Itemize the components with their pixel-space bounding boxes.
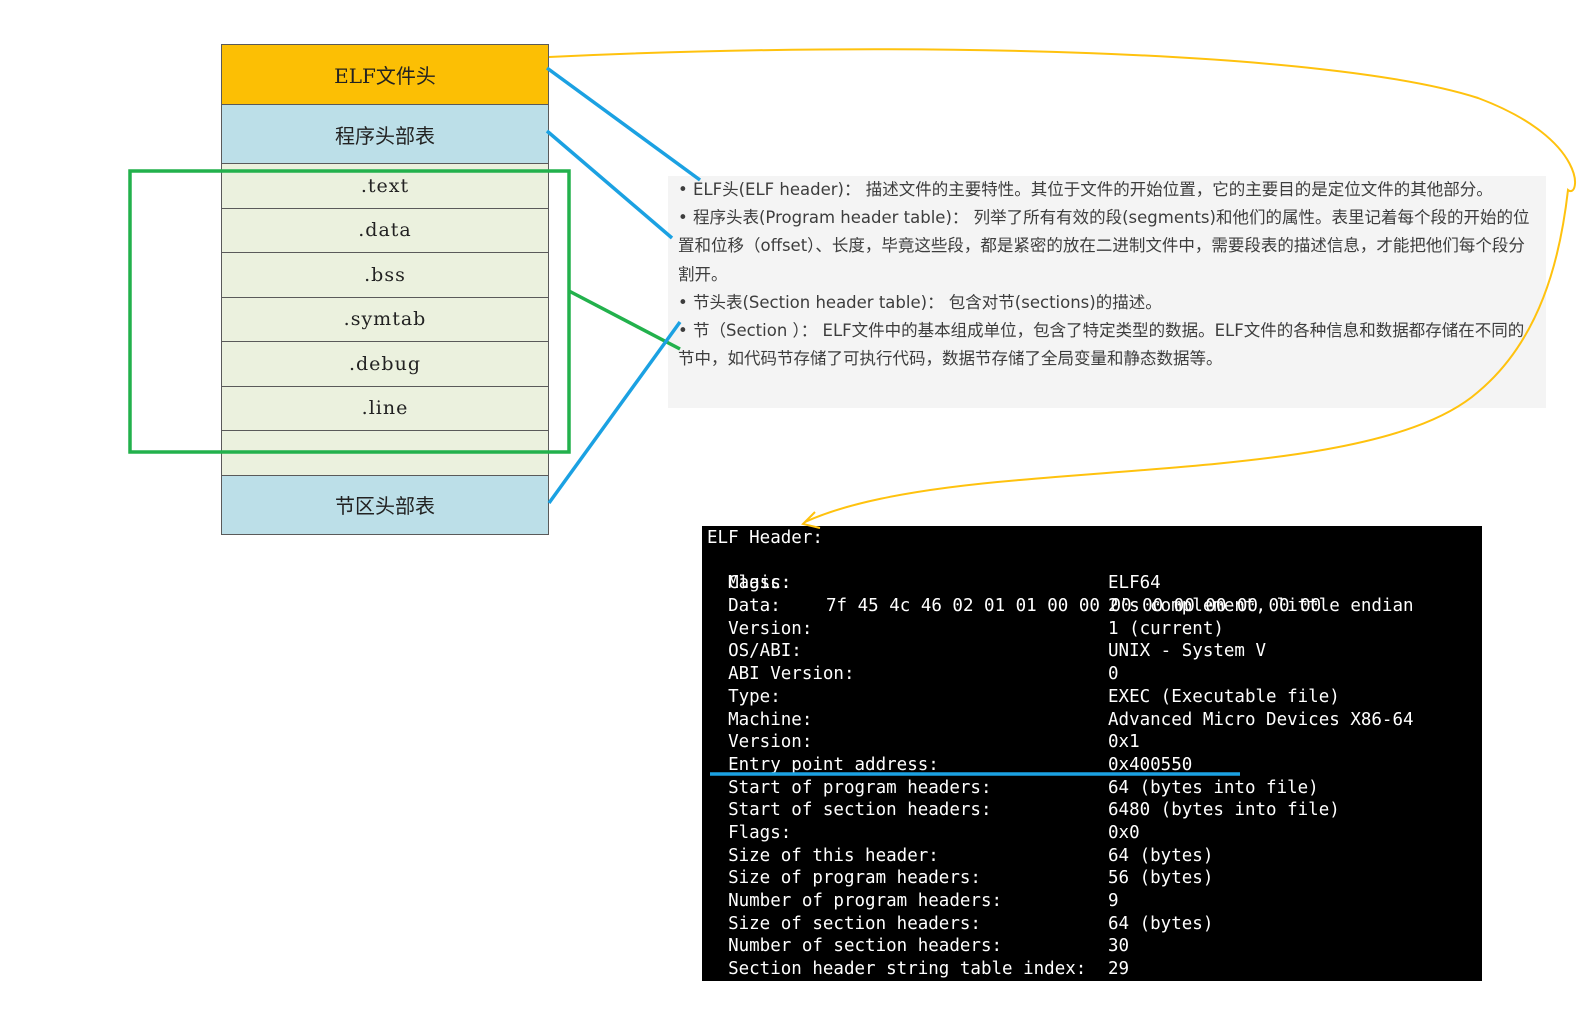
desc-section: • 节（Section ）： ELF文件中的基本组成单位，包含了特定类型的数据。…	[678, 321, 1525, 369]
terminal-label: Machine:	[728, 709, 813, 730]
terminal-label: Entry point address:	[728, 754, 939, 775]
terminal-field-row: Data: 2's complement, little endian	[707, 595, 1482, 618]
terminal-magic-row: Magic: 7f 45 4c 46 02 01 01 00 00 00 00 …	[707, 550, 1482, 616]
readelf-terminal: ELF Header: Magic: 7f 45 4c 46 02 01 01 …	[702, 526, 1482, 981]
terminal-field-row: Machine: Advanced Micro Devices X86-64	[707, 709, 1482, 732]
terminal-value: 29	[1108, 959, 1130, 980]
section-block-symtab: .symtab	[221, 297, 549, 342]
terminal-label: ABI Version:	[728, 664, 855, 685]
section-block-text: .text	[221, 164, 549, 209]
terminal-label: Start of section headers:	[728, 800, 992, 821]
terminal-value: ELF64	[1108, 573, 1161, 594]
terminal-value: EXEC (Executable file)	[1108, 686, 1340, 707]
elf-header-block: ELF文件头	[221, 44, 549, 105]
section-header-connector	[547, 320, 682, 505]
terminal-field-row: Size of section headers: 64 (bytes)	[707, 913, 1482, 936]
terminal-label: Class:	[728, 573, 792, 594]
terminal-title: ELF Header:	[707, 528, 823, 548]
terminal-field-row: Size of program headers: 56 (bytes)	[707, 867, 1482, 890]
terminal-label: Number of program headers:	[728, 891, 1003, 911]
desc-program-header-table: • 程序头表(Program header table)： 列举了所有有效的段(…	[678, 208, 1530, 284]
terminal-label: Size of section headers:	[728, 913, 981, 934]
terminal-value: 0	[1108, 664, 1119, 685]
elf-header-connector	[545, 66, 702, 182]
terminal-field-row: OS/ABI: UNIX - System V	[707, 640, 1482, 663]
terminal-value: 64 (bytes)	[1108, 913, 1214, 934]
desc-elf-header: • ELF头(ELF header)： 描述文件的主要特性。其位于文件的开始位置…	[678, 180, 1493, 199]
terminal-label: Type:	[728, 686, 781, 707]
terminal-value: 30	[1108, 936, 1130, 957]
terminal-value: 0x400550	[1108, 754, 1193, 775]
section-header-table-block: 节区头部表	[221, 475, 549, 535]
terminal-field-row: Size of this header: 64 (bytes)	[707, 845, 1482, 868]
terminal-label: Version:	[728, 618, 813, 639]
terminal-value: 56 (bytes)	[1108, 868, 1214, 889]
terminal-field-row: Version: 0x1	[707, 731, 1482, 754]
terminal-value: Advanced Micro Devices X86-64	[1108, 709, 1414, 730]
terminal-field-row: Version: 1 (current)	[707, 618, 1482, 641]
terminal-field-row: Number of program headers: 9	[707, 890, 1482, 913]
terminal-field-row: Section header string table index: 29	[707, 958, 1482, 981]
section-block-empty	[221, 431, 549, 476]
sections-connector	[568, 289, 681, 351]
terminal-value: 0x0	[1108, 822, 1140, 843]
terminal-label: Number of section headers:	[728, 936, 1003, 957]
terminal-value: 2's complement, little endian	[1108, 596, 1414, 617]
section-block-data: .data	[221, 208, 549, 253]
terminal-label: Data:	[728, 596, 781, 617]
program-header-table-block: 程序头部表	[221, 105, 549, 164]
terminal-value: UNIX - System V	[1108, 641, 1267, 662]
terminal-label: Section header string table index:	[728, 959, 1087, 980]
terminal-value: 6480 (bytes into file)	[1108, 800, 1340, 821]
terminal-value: 64 (bytes)	[1108, 845, 1214, 866]
terminal-field-row: Entry point address: 0x400550	[707, 754, 1482, 777]
desc-section-header-table: • 节头表(Section header table)： 包含对节(sectio…	[678, 292, 1162, 312]
elf-layout-diagram: ELF文件头 程序头部表 .text .data .bss .symtab .d…	[221, 44, 549, 535]
terminal-value: 0x1	[1108, 732, 1140, 753]
terminal-label: Size of program headers:	[728, 868, 981, 889]
terminal-field-row: Start of program headers: 64 (bytes into …	[707, 777, 1482, 800]
terminal-field-row: ABI Version: 0	[707, 663, 1482, 686]
terminal-field-row: Start of section headers: 6480 (bytes int…	[707, 799, 1482, 822]
terminal-label: Version:	[728, 732, 813, 753]
terminal-field-row: Flags: 0x0	[707, 822, 1482, 845]
program-header-connector	[545, 129, 674, 240]
terminal-value: 1 (current)	[1108, 618, 1224, 639]
section-block-debug: .debug	[221, 342, 549, 387]
terminal-field-row: Class: ELF64	[707, 572, 1482, 595]
terminal-value: 9	[1108, 891, 1119, 911]
terminal-label: Start of program headers:	[728, 777, 992, 798]
description-panel: • ELF头(ELF header)： 描述文件的主要特性。其位于文件的开始位置…	[668, 176, 1546, 408]
terminal-value: 64 (bytes into file)	[1108, 777, 1319, 798]
section-block-line: .line	[221, 386, 549, 431]
section-block-bss: .bss	[221, 253, 549, 298]
terminal-label: Flags:	[728, 822, 792, 843]
terminal-field-row: Number of section headers: 30	[707, 935, 1482, 958]
terminal-label: Size of this header:	[728, 845, 939, 866]
terminal-field-row: Type: EXEC (Executable file)	[707, 686, 1482, 709]
terminal-label: OS/ABI:	[728, 641, 802, 662]
